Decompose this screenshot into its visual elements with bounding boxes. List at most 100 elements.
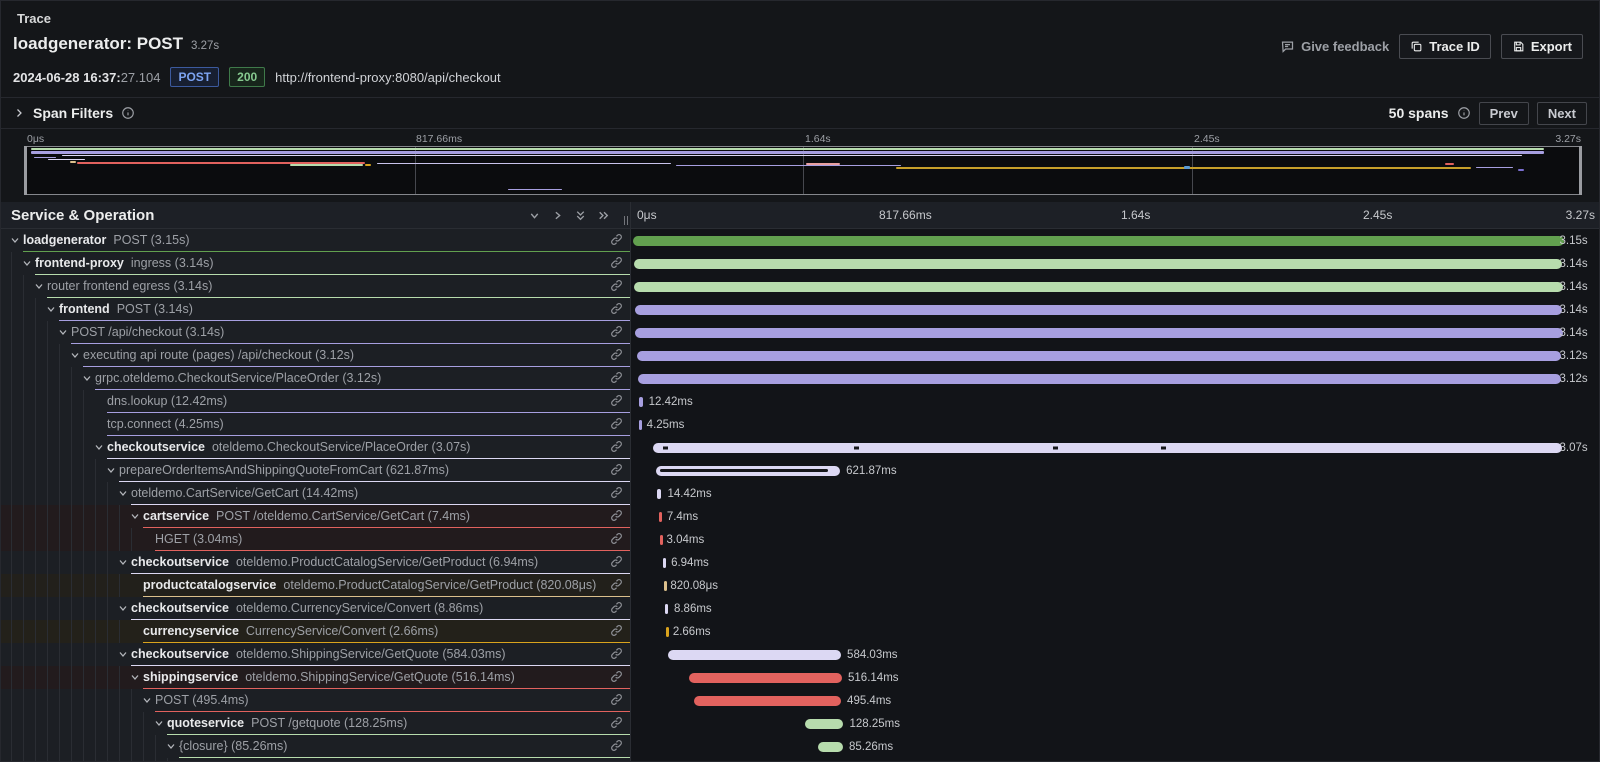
span-name-cell[interactable]: productcatalogserviceoteldemo.ProductCat… [1,574,631,597]
span-name-cell[interactable]: checkoutserviceoteldemo.CurrencyService/… [1,597,631,620]
span-row[interactable]: productcatalogserviceoteldemo.ProductCat… [1,574,1599,597]
minimap-right-handle[interactable] [1579,146,1582,195]
span-bar[interactable] [666,627,669,637]
link-icon[interactable] [610,256,623,269]
span-row[interactable]: grpc.oteldemo.CheckoutService/PlaceOrder… [1,367,1599,390]
span-bar-cell[interactable]: 4.25ms [631,413,1599,436]
span-bar[interactable] [653,443,1562,453]
span-bar[interactable] [663,558,666,568]
span-bar[interactable] [639,420,642,430]
link-icon[interactable] [610,279,623,292]
span-row[interactable]: quoteservicePOST /getquote (128.25ms)128… [1,712,1599,735]
span-name-cell[interactable]: checkoutserviceoteldemo.CheckoutService/… [1,436,631,459]
span-bar-cell[interactable]: 3.15s [631,229,1599,252]
span-name-cell[interactable]: quoteservicePOST /getquote (128.25ms) [1,712,631,735]
span-name-cell[interactable]: calculate-quote (16.33ms) [1,758,631,762]
span-bar-cell[interactable]: 7.4ms [631,505,1599,528]
link-icon[interactable] [610,371,623,384]
give-feedback-link[interactable]: Give feedback [1280,39,1389,54]
span-bar[interactable] [657,489,661,499]
link-icon[interactable] [610,509,623,522]
span-bar-cell[interactable]: 495.4ms [631,689,1599,712]
span-bar[interactable] [639,397,643,407]
chevron-down-icon[interactable] [117,648,131,660]
link-icon[interactable] [610,601,623,614]
expand-one-icon[interactable] [551,209,564,222]
link-icon[interactable] [610,555,623,568]
span-name-cell[interactable]: tcp.connect (4.25ms) [1,413,631,436]
span-row[interactable]: frontendPOST (3.14s)3.14s [1,298,1599,321]
span-bar-cell[interactable]: 820.08μs [631,574,1599,597]
span-row[interactable]: calculate-quote (16.33ms)16.33ms [1,758,1599,762]
span-bar-cell[interactable]: 516.14ms [631,666,1599,689]
link-icon[interactable] [610,716,623,729]
span-bar[interactable] [633,236,1564,246]
span-bar-cell[interactable]: 3.12s [631,367,1599,390]
span-bar-cell[interactable]: 3.14s [631,275,1599,298]
chevron-down-icon[interactable] [141,694,155,706]
prev-button[interactable]: Prev [1479,102,1529,125]
link-icon[interactable] [610,532,623,545]
span-name-cell[interactable]: loadgeneratorPOST (3.15s) [1,229,631,252]
span-bar[interactable] [635,328,1562,338]
link-icon[interactable] [610,670,623,683]
span-bar-cell[interactable]: 16.33ms [631,758,1599,762]
minimap-left-handle[interactable] [24,146,27,195]
span-name-cell[interactable]: grpc.oteldemo.CheckoutService/PlaceOrder… [1,367,631,390]
span-row[interactable]: POST (495.4ms)495.4ms [1,689,1599,712]
link-icon[interactable] [610,693,623,706]
span-bar[interactable] [659,512,662,522]
span-name-cell[interactable]: checkoutserviceoteldemo.ProductCatalogSe… [1,551,631,574]
span-row[interactable]: {closure} (85.26ms)85.26ms [1,735,1599,758]
chevron-down-icon[interactable] [57,326,71,338]
link-icon[interactable] [610,739,623,752]
link-icon[interactable] [610,325,623,338]
span-name-cell[interactable]: {closure} (85.26ms) [1,735,631,758]
span-bar[interactable] [634,282,1562,292]
span-name-cell[interactable]: currencyserviceCurrencyService/Convert (… [1,620,631,643]
span-bar-cell[interactable]: 3.07s [631,436,1599,459]
span-row[interactable]: checkoutserviceoteldemo.CurrencyService/… [1,597,1599,620]
link-icon[interactable] [610,302,623,315]
span-bar[interactable] [689,673,842,683]
chevron-down-icon[interactable] [9,234,23,246]
span-bar-cell[interactable]: 14.42ms [631,482,1599,505]
span-bar-cell[interactable]: 6.94ms [631,551,1599,574]
chevron-down-icon[interactable] [45,303,59,315]
chevron-down-icon[interactable] [153,717,167,729]
span-row[interactable]: router frontend egress (3.14s)3.14s [1,275,1599,298]
span-name-cell[interactable]: prepareOrderItemsAndShippingQuoteFromCar… [1,459,631,482]
span-row[interactable]: checkoutserviceoteldemo.ShippingService/… [1,643,1599,666]
span-bar[interactable] [668,650,841,660]
span-name-cell[interactable]: dns.lookup (12.42ms) [1,390,631,413]
link-icon[interactable] [610,233,623,246]
span-bar-cell[interactable]: 584.03ms [631,643,1599,666]
span-row[interactable]: loadgeneratorPOST (3.15s)3.15s [1,229,1599,252]
chevron-down-icon[interactable] [117,556,131,568]
link-icon[interactable] [610,417,623,430]
expand-all-icon[interactable] [597,209,610,222]
span-name-cell[interactable]: POST /api/checkout (3.14s) [1,321,631,344]
link-icon[interactable] [610,348,623,361]
span-bar-cell[interactable]: 621.87ms [631,459,1599,482]
chevron-down-icon[interactable] [21,257,35,269]
span-name-cell[interactable]: oteldemo.CartService/GetCart (14.42ms) [1,482,631,505]
span-row[interactable]: cartservicePOST /oteldemo.CartService/Ge… [1,505,1599,528]
span-bar-cell[interactable]: 3.14s [631,321,1599,344]
span-filters-toggle[interactable]: Span Filters [13,105,135,121]
collapse-one-icon[interactable] [528,209,541,222]
span-name-cell[interactable]: POST (495.4ms) [1,689,631,712]
link-icon[interactable] [610,394,623,407]
link-icon[interactable] [610,440,623,453]
minimap-viewport[interactable] [25,146,1581,195]
span-name-cell[interactable]: checkoutserviceoteldemo.ShippingService/… [1,643,631,666]
span-bar-cell[interactable]: 3.12s [631,344,1599,367]
span-bar[interactable] [694,696,841,706]
span-row[interactable]: tcp.connect (4.25ms)4.25ms [1,413,1599,436]
span-row[interactable]: frontend-proxyingress (3.14s)3.14s [1,252,1599,275]
span-row[interactable]: dns.lookup (12.42ms)12.42ms [1,390,1599,413]
chevron-down-icon[interactable] [165,740,179,752]
trace-id-button[interactable]: Trace ID [1399,34,1491,59]
link-icon[interactable] [610,486,623,499]
span-row[interactable]: currencyserviceCurrencyService/Convert (… [1,620,1599,643]
